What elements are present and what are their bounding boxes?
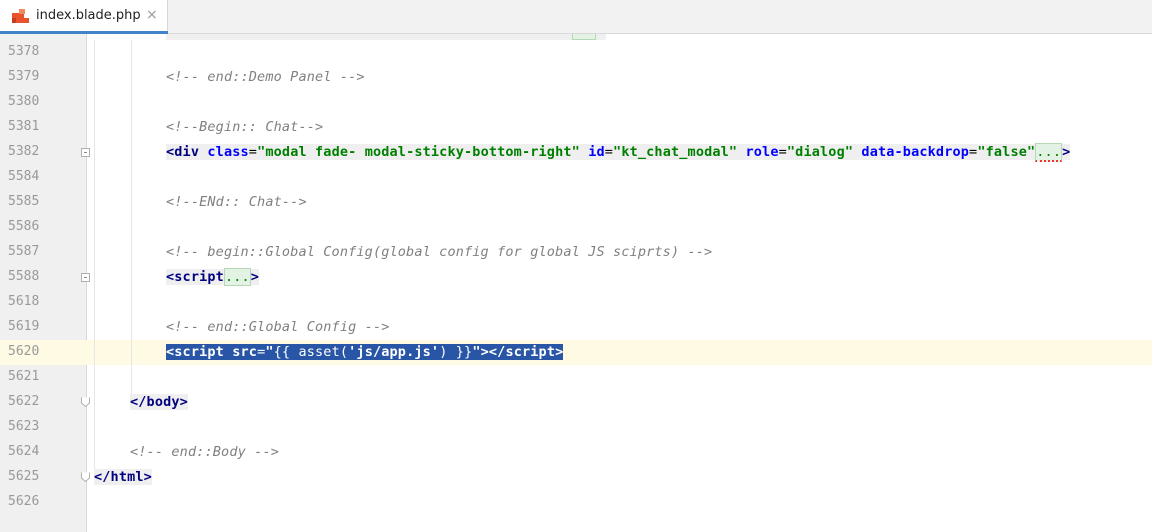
attr-name: role: [745, 144, 779, 160]
line-number: 5584: [8, 169, 40, 184]
code-line[interactable]: 5618: [0, 290, 1152, 315]
laravel-icon: [12, 9, 29, 23]
line-number: 5382: [8, 144, 40, 159]
code-line[interactable]: 5621: [0, 365, 1152, 390]
line-number: 5380: [8, 94, 40, 109]
code-line[interactable]: 5626: [0, 490, 1152, 515]
folded-code-placeholder[interactable]: ...: [1035, 143, 1063, 162]
code-line[interactable]: 5379 <!-- end::Demo Panel -->: [0, 65, 1152, 90]
line-number: 5587: [8, 244, 40, 259]
code-line[interactable]: 5622 </body>: [0, 390, 1152, 415]
attr-name: class: [207, 144, 249, 160]
code-line[interactable]: 5584: [0, 165, 1152, 190]
attr-value: "modal fade- modal-sticky-bottom-right": [257, 144, 580, 160]
code-line[interactable]: 5625 </html>: [0, 465, 1152, 490]
code-line[interactable]: 5588 <script...>: [0, 265, 1152, 290]
tab-label: index.blade.php: [36, 8, 141, 23]
line-number: 5618: [8, 294, 40, 309]
line-number: 5378: [8, 44, 40, 59]
code-line[interactable]: 5587 <!-- begin::Global Config(global co…: [0, 240, 1152, 265]
line-number: 5619: [8, 319, 40, 334]
tag-open: <script: [166, 269, 224, 285]
fold-expand-icon[interactable]: [81, 148, 90, 157]
html-comment: <!-- end::Body -->: [130, 444, 279, 460]
attr-name: data-backdrop: [861, 144, 970, 160]
line-number: 5588: [8, 269, 40, 284]
line-number: 5381: [8, 119, 40, 134]
fold-end-icon[interactable]: [81, 472, 90, 482]
code-line[interactable]: 5624 <!-- end::Body -->: [0, 440, 1152, 465]
code-div-tag: <div class="modal fade- modal-sticky-bot…: [166, 143, 1071, 162]
attr-name: id: [588, 144, 605, 160]
editor-tab-bar: index.blade.php ×: [0, 0, 1152, 34]
code-line-current[interactable]: 5620 <script src="{{ asset('js/app.js') …: [0, 340, 1152, 365]
line-number: 5624: [8, 444, 40, 459]
line-number: 5585: [8, 194, 40, 209]
line-number: 5586: [8, 219, 40, 234]
code-script-tag: <script...>: [166, 268, 260, 286]
tag-open: <div: [166, 144, 200, 160]
html-comment: <!-- begin::Global Config(global config …: [166, 244, 713, 260]
line-number: 5620: [8, 344, 40, 359]
code-line[interactable]: 5380: [0, 90, 1152, 115]
code-line[interactable]: 5585 <!--ENd:: Chat-->: [0, 190, 1152, 215]
attr-value: "kt_chat_modal": [613, 144, 738, 160]
code-line[interactable]: 5623: [0, 415, 1152, 440]
tag-close: >: [250, 269, 260, 285]
html-comment: <!-- end::Global Config -->: [166, 319, 390, 335]
line-number: 5625: [8, 469, 40, 484]
html-comment: <!--Begin:: Chat-->: [166, 119, 324, 135]
attr-value: "dialog": [786, 144, 854, 160]
line-number: 5622: [8, 394, 40, 409]
code-line[interactable]: 5381 <!--Begin:: Chat-->: [0, 115, 1152, 140]
line-number: 5626: [8, 494, 40, 509]
line-number: 5379: [8, 69, 40, 84]
code-line[interactable]: 5619 <!-- end::Global Config -->: [0, 315, 1152, 340]
code-line[interactable]: 5382 <div class="modal fade- modal-stick…: [0, 140, 1152, 165]
code-body-close-tag: </body>: [130, 394, 188, 410]
code-line[interactable]: 5378: [0, 40, 1152, 65]
close-icon[interactable]: ×: [146, 7, 158, 23]
code-line[interactable]: 5586: [0, 215, 1152, 240]
code-html-close-tag: </html>: [94, 469, 152, 485]
selected-script-tag[interactable]: <script src="{{ asset('js/app.js') }}"><…: [166, 344, 564, 360]
line-number: 5621: [8, 369, 40, 384]
line-number: 5623: [8, 419, 40, 434]
html-comment: <!--ENd:: Chat-->: [166, 194, 307, 210]
folded-code-placeholder[interactable]: ...: [223, 268, 251, 286]
attr-value: "false": [977, 144, 1036, 160]
fold-expand-icon[interactable]: [81, 273, 90, 282]
html-comment: <!-- end::Demo Panel -->: [166, 69, 365, 85]
fold-end-icon[interactable]: [81, 397, 90, 407]
tab-index-blade-php[interactable]: index.blade.php ×: [0, 0, 168, 34]
tag-close: >: [1062, 144, 1071, 160]
